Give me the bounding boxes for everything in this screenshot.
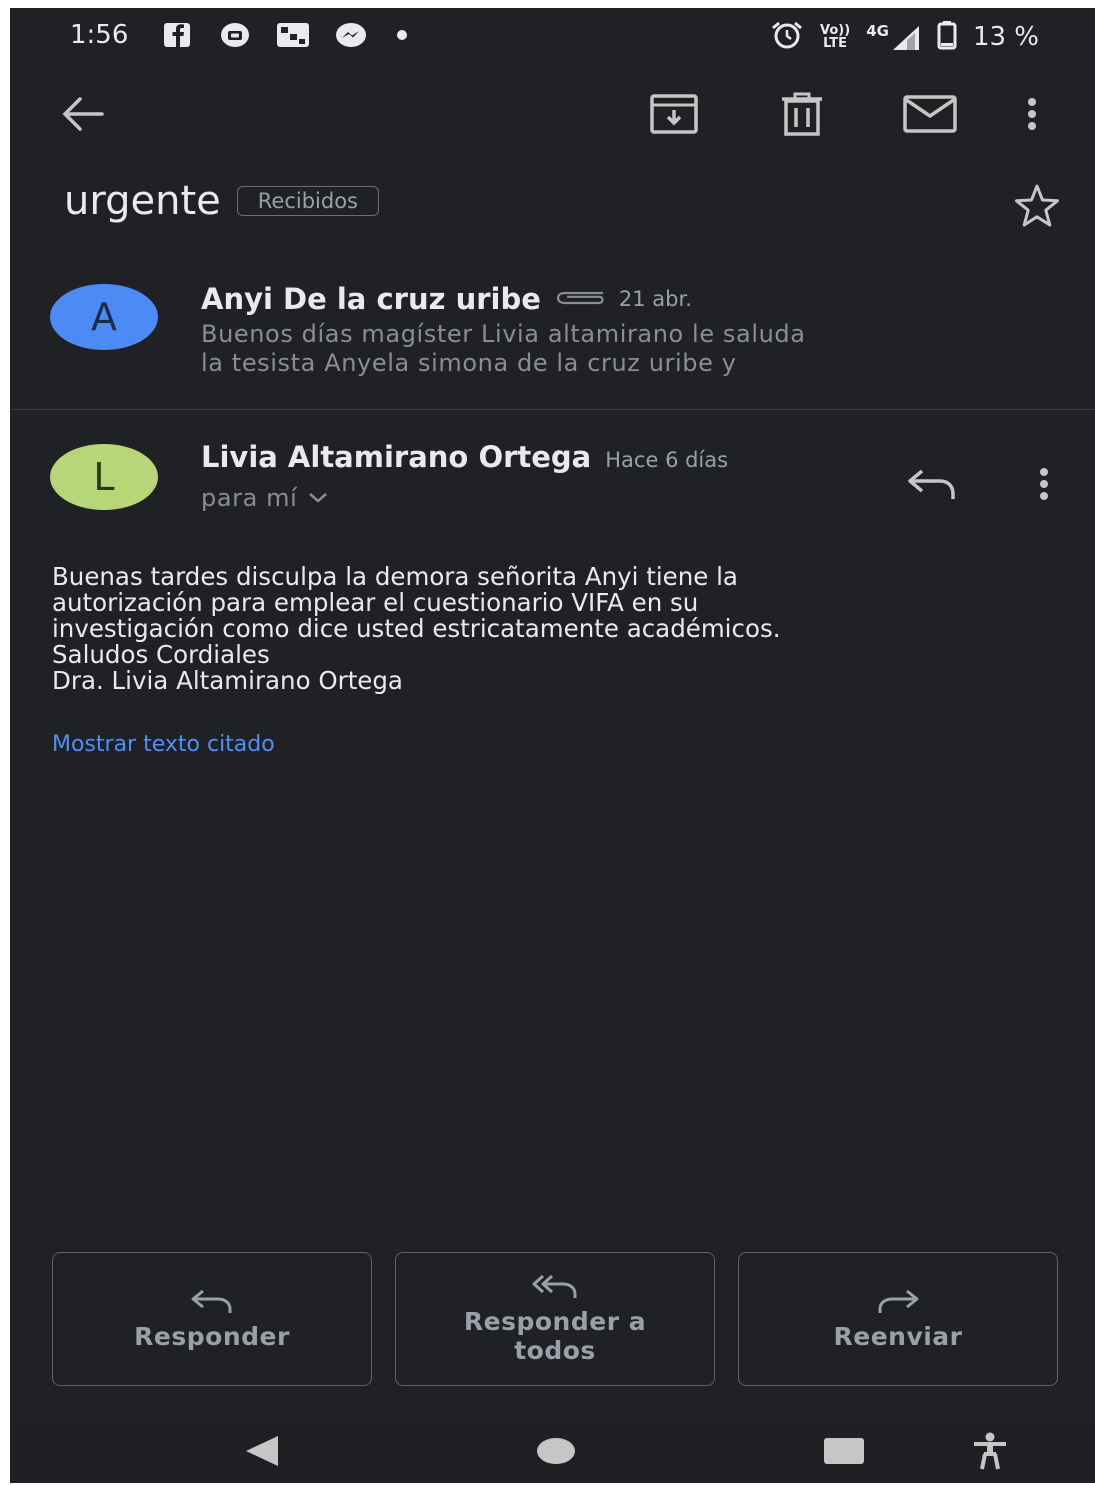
- message-toolbar: [10, 68, 1095, 158]
- more-notifications-dot-icon: [392, 20, 412, 50]
- show-quoted-text-link[interactable]: Mostrar texto citado: [52, 732, 275, 757]
- square-recents-icon: [824, 1438, 864, 1464]
- archive-button[interactable]: [644, 84, 704, 144]
- system-status-icons: Vo)) LTE 4G 13 %: [770, 20, 1039, 54]
- body-line: Saludos Cordiales: [52, 640, 270, 669]
- alarm-icon: [770, 20, 804, 54]
- snippet-line: la tesista Anyela simona de la cruz urib…: [201, 349, 737, 377]
- phone-screen: 1:56 Vo)) LTE 4G 13 % urgente Recibidos …: [10, 8, 1095, 1483]
- nav-recents-button[interactable]: [814, 1430, 874, 1472]
- expanded-message-header: L Livia Altamirano Ortega Hace 6 días pa…: [10, 428, 1095, 538]
- message-actions: Responder Responder a todos Reenviar: [52, 1252, 1060, 1388]
- star-button[interactable]: [1009, 178, 1065, 234]
- notification-icons: [160, 20, 412, 50]
- status-bar: 1:56 Vo)) LTE 4G 13 %: [10, 8, 1095, 64]
- more-options-button[interactable]: [1012, 84, 1052, 144]
- message-more-button[interactable]: [1020, 456, 1068, 512]
- nav-home-button[interactable]: [526, 1430, 586, 1472]
- sender-name: Anyi De la cruz uribe: [201, 282, 541, 316]
- volte-indicator: Vo)) LTE: [820, 24, 850, 50]
- thread-subject: urgente: [64, 178, 221, 224]
- reply-icon: [908, 469, 955, 499]
- reply-action-button[interactable]: Responder: [52, 1252, 372, 1386]
- collapsed-message[interactable]: A Anyi De la cruz uribe 21 abr. Buenos d…: [10, 266, 1095, 410]
- forward-icon: [878, 1289, 919, 1313]
- body-line: Dra. Livia Altamirano Ortega: [52, 666, 403, 695]
- accessibility-icon: [974, 1432, 1006, 1470]
- recipient-details-toggle[interactable]: para mí: [201, 484, 329, 512]
- system-navigation-bar: [10, 1418, 1095, 1483]
- sender-avatar[interactable]: L: [50, 444, 158, 510]
- gallery-app-icon: [276, 20, 310, 50]
- signal-icon: [892, 26, 919, 50]
- body-line: Buenas tardes disculpa la demora señorit…: [52, 562, 738, 591]
- delete-button[interactable]: [772, 84, 832, 144]
- envelope-icon: [903, 95, 957, 133]
- message-date: 21 abr.: [618, 287, 692, 311]
- body-line: autorización para emplear el cuestionari…: [52, 588, 699, 617]
- battery-percent: 13 %: [972, 22, 1039, 52]
- facebook-icon: [160, 20, 194, 50]
- message-date: Hace 6 días: [605, 448, 729, 472]
- attachment-icon: [555, 287, 605, 311]
- nav-back-button[interactable]: [232, 1430, 292, 1472]
- reply-all-label: Responder a todos: [463, 1307, 647, 1365]
- messenger-icon: [334, 20, 368, 50]
- inbox-label-chip[interactable]: Recibidos: [236, 186, 379, 216]
- accessibility-button[interactable]: [960, 1430, 1020, 1472]
- triangle-back-icon: [246, 1436, 278, 1466]
- chevron-down-icon: [309, 493, 328, 503]
- reply-label: Responder: [134, 1321, 290, 1351]
- star-icon: [1015, 184, 1059, 227]
- trash-icon: [782, 92, 822, 136]
- circle-home-icon: [537, 1438, 575, 1464]
- thread-subject-row: urgente Recibidos: [64, 178, 379, 224]
- back-button[interactable]: [52, 84, 112, 144]
- mark-unread-button[interactable]: [900, 84, 960, 144]
- forward-action-button[interactable]: Reenviar: [738, 1252, 1058, 1386]
- arrow-left-icon: [62, 97, 104, 131]
- status-time: 1:56: [70, 20, 129, 50]
- forward-label: Reenviar: [833, 1321, 963, 1351]
- message-snippet: Buenos días magíster Livia altamirano le…: [201, 320, 1051, 378]
- sender-avatar[interactable]: A: [50, 284, 158, 350]
- reply-icon: [191, 1289, 232, 1313]
- collapsed-message-header: Anyi De la cruz uribe 21 abr.: [201, 282, 692, 316]
- archive-icon: [650, 94, 698, 134]
- more-vert-icon: [1028, 98, 1036, 130]
- chat-app-icon: [218, 20, 252, 50]
- body-line: investigación como dice usted estricatam…: [52, 614, 781, 643]
- reply-all-icon: [532, 1274, 577, 1298]
- volte-bottom-text: LTE: [823, 36, 848, 51]
- reply-all-action-button[interactable]: Responder a todos: [395, 1252, 715, 1386]
- more-vert-icon: [1040, 468, 1048, 500]
- reply-button[interactable]: [900, 456, 964, 512]
- battery-icon: [937, 20, 957, 54]
- message-body: Buenas tardes disculpa la demora señorit…: [52, 564, 1052, 694]
- snippet-line: Buenos días magíster Livia altamirano le…: [201, 320, 806, 348]
- recipient-text: para mí: [201, 484, 298, 512]
- network-type: 4G: [866, 22, 921, 52]
- sender-name: Livia Altamirano Ortega: [201, 440, 592, 474]
- sender-line: Livia Altamirano Ortega Hace 6 días: [201, 440, 728, 474]
- network-type-text: 4G: [866, 22, 889, 40]
